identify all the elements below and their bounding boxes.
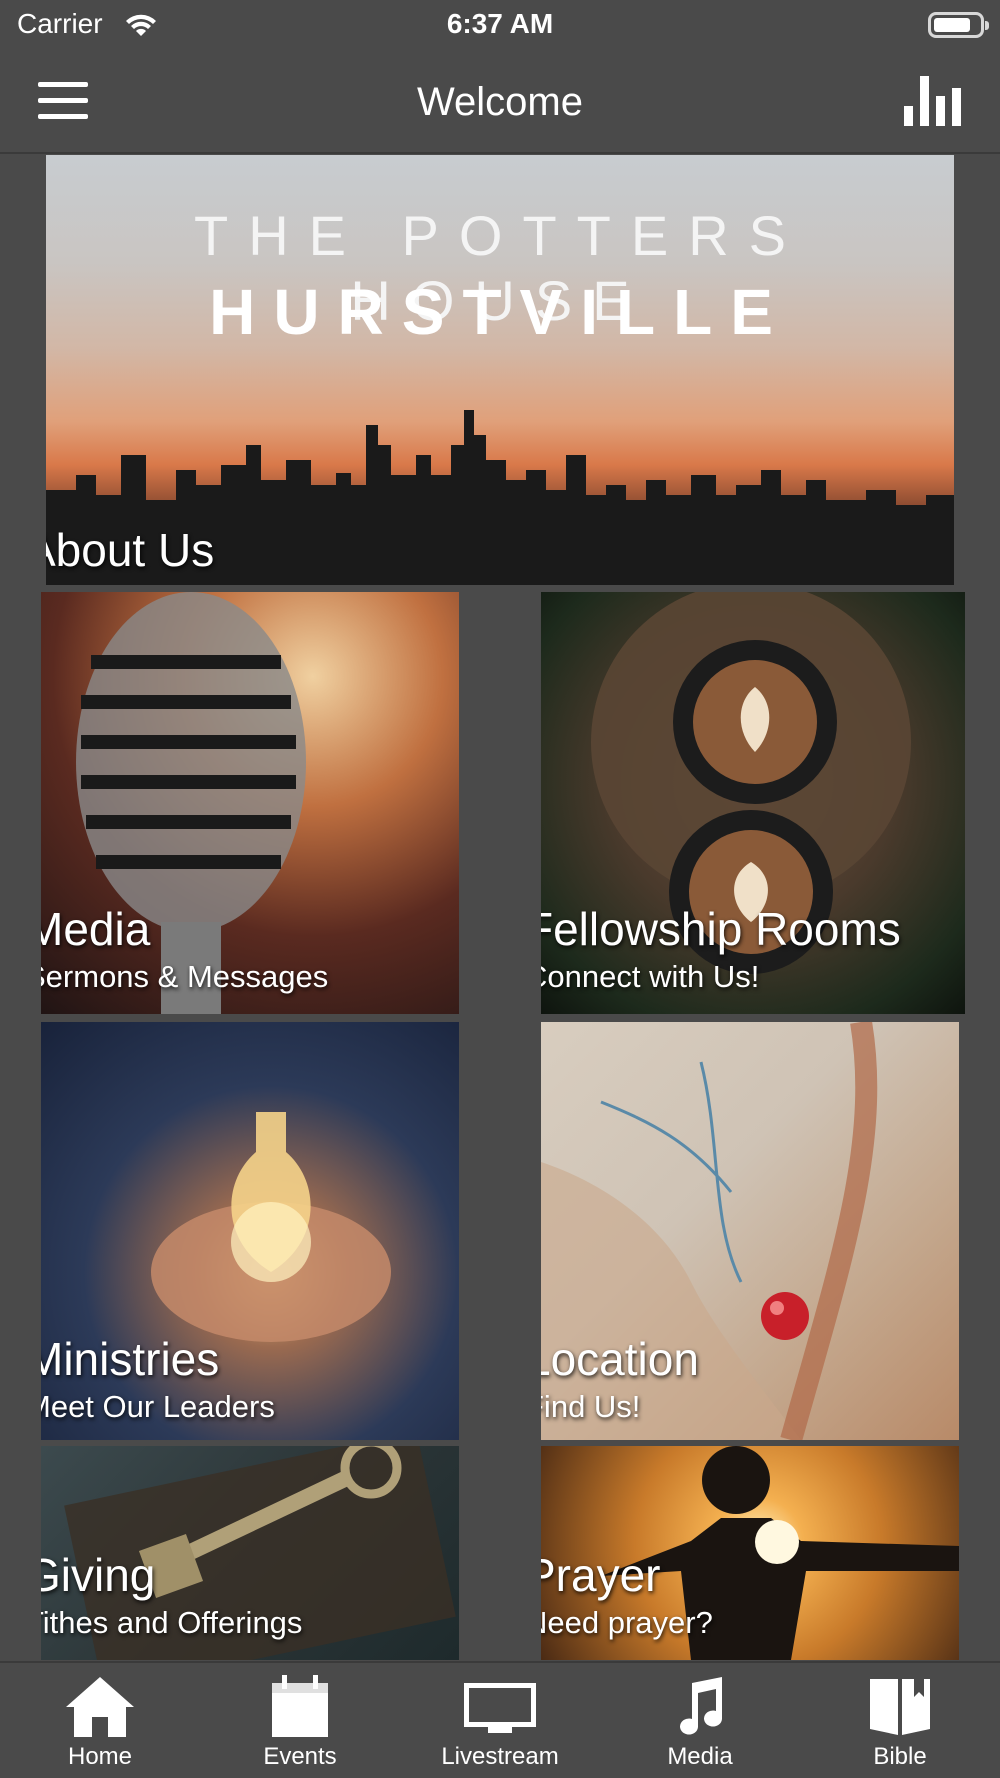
tile-subtitle: Need prayer? (541, 1605, 713, 1640)
bar-chart-icon[interactable] (904, 76, 962, 126)
status-bar: Carrier 6:37 AM (0, 0, 1000, 52)
tile-label: Media (41, 903, 151, 955)
media-tile[interactable]: Media Sermons & Messages (41, 592, 459, 1014)
book-icon (870, 1679, 930, 1735)
city-skyline-image (46, 410, 954, 585)
tile-label: Prayer (541, 1549, 661, 1601)
tile-subtitle: Sermons & Messages (41, 959, 329, 994)
tab-label: Livestream (441, 1743, 559, 1770)
tile-subtitle: Find Us! (541, 1389, 641, 1424)
tab-bar: Home Events Livestream Media Bible (0, 1661, 1000, 1778)
tile-label: About Us (46, 524, 215, 576)
tab-livestream[interactable]: Livestream (400, 1663, 600, 1778)
fellowship-rooms-tile[interactable]: Fellowship Rooms Connect with Us! (541, 592, 965, 1014)
tab-label: Events (263, 1743, 337, 1770)
tab-bible[interactable]: Bible (800, 1663, 1000, 1778)
about-us-tile[interactable]: THE POTTERS HOUSE HURSTVILLE About Us (46, 155, 954, 585)
tile-subtitle: Connect with Us! (541, 959, 760, 994)
tile-subtitle: Meet Our Leaders (41, 1389, 275, 1424)
ministries-tile[interactable]: Ministries Meet Our Leaders (41, 1022, 459, 1440)
status-time: 6:37 AM (446, 8, 554, 39)
giving-tile[interactable]: Giving Tithes and Offerings (41, 1446, 459, 1660)
tab-label: Media (667, 1743, 733, 1770)
tab-media[interactable]: Media (600, 1663, 800, 1778)
location-tile[interactable]: Location Find Us! (541, 1022, 959, 1440)
tile-label: Giving (41, 1549, 156, 1601)
home-icon (66, 1677, 134, 1737)
tab-label: Home (67, 1743, 133, 1770)
nav-bar: Welcome (0, 52, 1000, 154)
battery-icon (928, 12, 989, 38)
monitor-icon (464, 1683, 536, 1733)
calendar-icon (272, 1675, 328, 1737)
prayer-tile[interactable]: Prayer Need prayer? (541, 1446, 959, 1660)
tab-home[interactable]: Home (0, 1663, 200, 1778)
tile-label: Location (541, 1333, 699, 1385)
tab-label: Bible (873, 1743, 927, 1770)
tile-label: Ministries (41, 1333, 220, 1385)
music-note-icon (680, 1677, 722, 1735)
tile-label: Fellowship Rooms (541, 903, 901, 955)
tab-events[interactable]: Events (200, 1663, 400, 1778)
tile-subtitle: Tithes and Offerings (41, 1605, 303, 1640)
page-title: Welcome (417, 80, 583, 124)
